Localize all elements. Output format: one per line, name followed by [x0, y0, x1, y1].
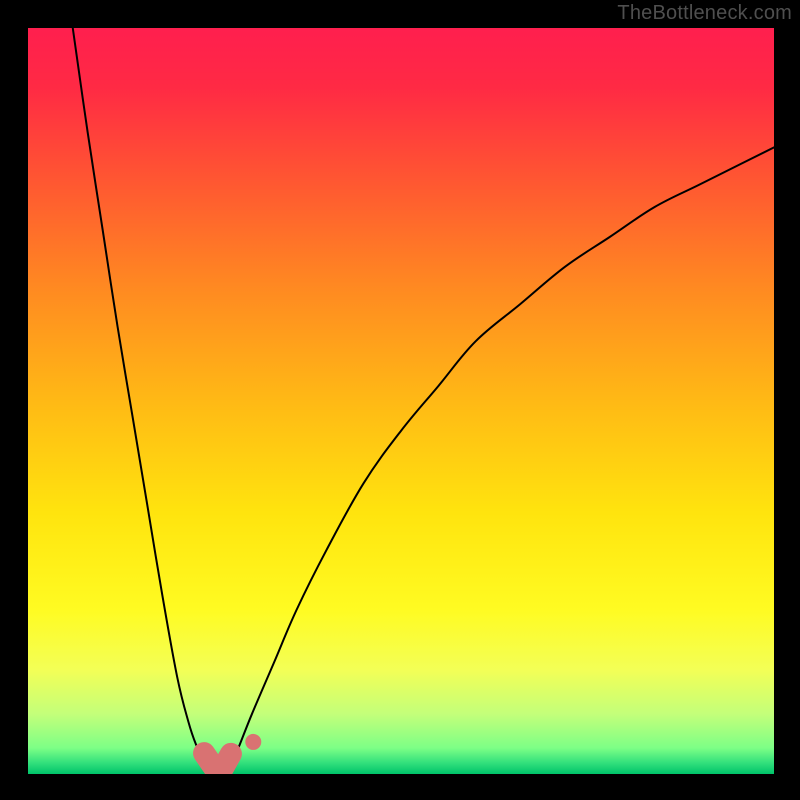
watermark-text: TheBottleneck.com — [617, 2, 792, 25]
marker-dot — [245, 734, 261, 750]
plot-area — [28, 28, 774, 774]
gradient-background — [28, 28, 774, 774]
chart-svg — [28, 28, 774, 774]
chart-frame: TheBottleneck.com — [0, 0, 800, 800]
marker-u-shape — [204, 753, 231, 767]
